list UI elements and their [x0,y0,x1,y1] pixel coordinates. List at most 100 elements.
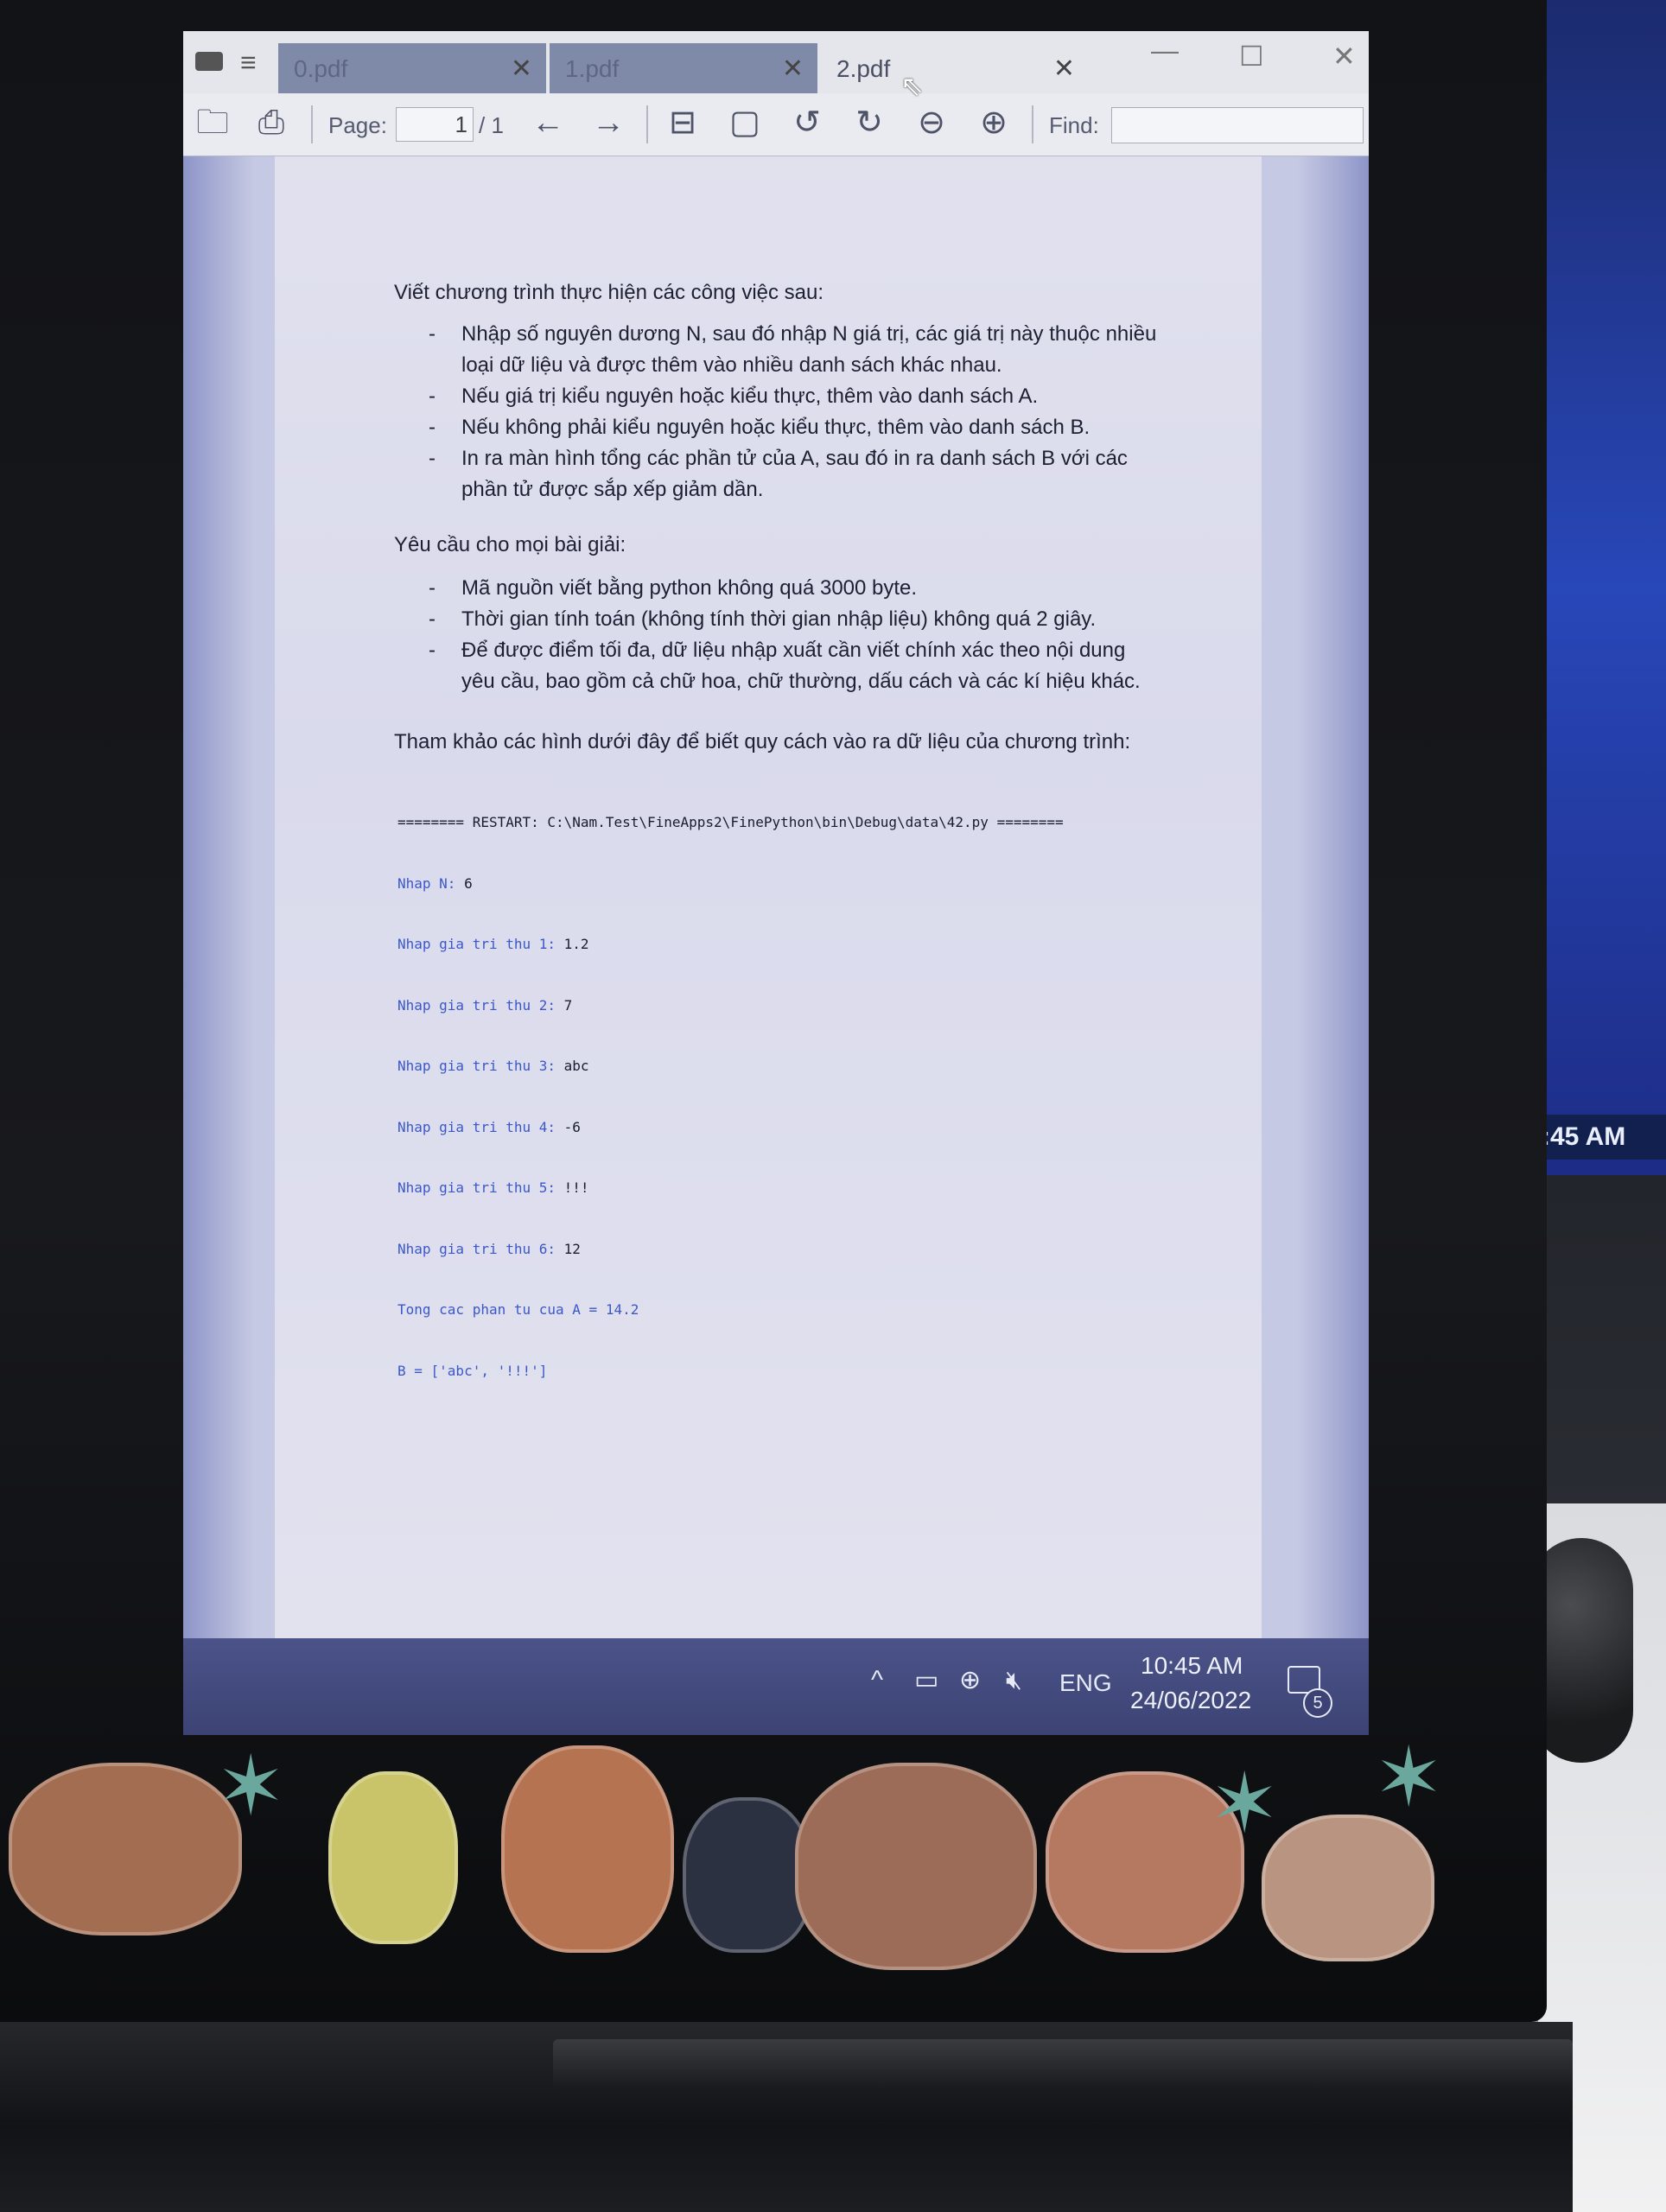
document-viewer[interactable]: Viết chương trình thực hiện các công việ… [183,156,1369,1638]
console-value: -6 [563,1118,581,1135]
document-intro: Viết chương trình thực hiện các công việ… [394,281,824,304]
console-line: Nhap gia tri thu 6: 12 [397,1239,1064,1260]
speaker-muted-icon[interactable]: 🔇︎ [1006,1668,1022,1694]
console-prompt: Nhap gia tri thu 6: [397,1240,564,1257]
task-list: Nhập số nguyên dương N, sau đó nhập N gi… [429,319,1206,505]
screen: ≡ 0.pdf ✕ 1.pdf ✕ 2.pdf ✕ — ☐ ✕ 🗀 ⎙ Page… [183,31,1369,1735]
tab-1-pdf[interactable]: 1.pdf ✕ [550,43,817,93]
pdf-viewer-window: ≡ 0.pdf ✕ 1.pdf ✕ 2.pdf ✕ — ☐ ✕ 🗀 ⎙ Page… [183,31,1369,1638]
console-prompt: Nhap gia tri thu 5: [397,1179,564,1196]
list-item: Thời gian tính toán (không tính thời gia… [429,604,1206,635]
list-item-continuation: loại dữ liệu và được thêm vào nhiều danh… [461,353,1002,377]
monitor-stand-hinge [553,2039,1573,2091]
window-close-button[interactable]: ✕ [1332,40,1356,73]
taskbar-time[interactable]: 10:45 AM [1141,1652,1243,1680]
second-monitor-clock: :45 AM [1536,1115,1666,1160]
globe-network-icon[interactable]: ⊕ [959,1668,981,1694]
title-bar: ≡ 0.pdf ✕ 1.pdf ✕ 2.pdf ✕ — ☐ ✕ [183,31,1369,93]
list-item-continuation: yêu cầu, bao gồm cả chữ hoa, chữ thường,… [461,670,1141,693]
toolbar: 🗀 ⎙ Page: 1 / 1 ← → ⊟ ▢ ↺ ↻ ⊖ ⊕ Find: [183,93,1369,156]
toolbar-divider [311,105,313,143]
console-value: !!! [563,1179,589,1196]
print-icon[interactable]: ⎙ [252,104,290,142]
toolbar-divider [1032,105,1033,143]
maximize-button[interactable]: ☐ [1239,40,1264,73]
arrow-left-icon[interactable]: ← [529,104,567,142]
console-list-line: B = ['abc', '!!!'] [397,1362,548,1379]
console-line: Nhap gia tri thu 5: !!! [397,1178,1064,1198]
close-icon[interactable]: ✕ [511,54,532,84]
requirements-list: Mã nguồn viết bằng python không quá 3000… [429,573,1206,697]
list-item: Để được điểm tối đa, dữ liệu nhập xuất c… [429,635,1206,666]
console-value: 12 [563,1240,581,1257]
find-label: Find: [1049,112,1099,138]
cat-mermaid-sticker [795,1763,1037,1970]
anchor-sticker [683,1797,812,1953]
console-line: B = ['abc', '!!!'] [397,1361,1064,1382]
taskbar-date[interactable]: 24/06/2022 [1130,1687,1251,1714]
second-monitor: :45 AM [1536,0,1666,1175]
rotate-left-icon[interactable]: ↺ [788,104,826,142]
console-value: 6 [464,874,473,892]
starfish-sticker: ✶ [216,1740,286,1833]
hamburger-menu-icon[interactable]: ≡ [240,48,257,76]
console-restart-line: ======== RESTART: C:\Nam.Test\FineApps2\… [397,814,1064,830]
list-item: Nếu giá trị kiểu nguyên hoặc kiểu thực, … [429,381,1206,412]
console-output-example: ======== RESTART: C:\Nam.Test\FineApps2\… [397,772,1064,1421]
console-prompt: Nhap gia tri thu 3: [397,1058,564,1074]
zoom-out-icon[interactable]: ⊖ [912,104,951,142]
cat-shell-sticker [1262,1815,1434,1961]
tab-label: 0.pdf [294,55,348,82]
console-prompt: Nhap N: [397,874,465,892]
chevron-up-icon[interactable]: ^ [871,1668,883,1694]
fit-page-icon[interactable]: ▢ [726,104,764,142]
tab-label: 1.pdf [565,55,620,82]
starfish-sticker-2: ✶ [1210,1758,1280,1850]
console-line: ======== RESTART: C:\Nam.Test\FineApps2\… [397,812,1064,833]
app-icon [195,52,223,71]
rotate-right-icon[interactable]: ↻ [850,104,888,142]
console-sum-line: Tong cac phan tu cua A = 14.2 [397,1301,639,1318]
list-item: Nhập số nguyên dương N, sau đó nhập N gi… [429,319,1206,350]
minimize-button[interactable]: — [1151,35,1179,67]
taskbar: ^ ▭ ⊕ 🔇︎ ENG 10:45 AM 24/06/2022 5 [183,1638,1369,1735]
mouse-cursor-icon: ⇖ [900,70,924,101]
console-value: 1.2 [563,936,589,952]
fit-width-icon[interactable]: ⊟ [664,104,702,142]
tab-2-pdf[interactable]: 2.pdf ✕ [821,43,1089,93]
pdf-page: Viết chương trình thực hiện các công việ… [275,156,1262,1638]
notification-count-badge: 5 [1303,1688,1332,1718]
arrow-right-icon[interactable]: → [589,104,627,142]
list-item-continuation: phần tử được sắp xếp giảm dần. [461,478,764,501]
chick-sticker [328,1771,458,1944]
console-line: Nhap gia tri thu 3: abc [397,1056,1064,1077]
console-value: abc [563,1058,589,1074]
console-prompt: Nhap gia tri thu 4: [397,1118,564,1135]
console-line: Nhap gia tri thu 2: 7 [397,995,1064,1016]
console-prompt: Nhap gia tri thu 2: [397,996,564,1014]
toolbar-divider [646,105,648,143]
tab-0-pdf[interactable]: 0.pdf ✕ [278,43,546,93]
console-value: 7 [563,996,573,1014]
cat-float-sticker [501,1745,674,1953]
open-folder-icon[interactable]: 🗀 [194,104,232,142]
battery-icon[interactable]: ▭ [914,1668,938,1694]
console-line: Nhap N: 6 [397,874,1064,894]
starfish-sticker-3: ✶ [1374,1732,1444,1824]
requirements-heading: Yêu cầu cho mọi bài giải: [394,533,626,556]
tab-label: 2.pdf [836,55,891,82]
list-item: Nếu không phải kiểu nguyên hoặc kiểu thự… [429,412,1206,443]
console-line: Nhap gia tri thu 4: -6 [397,1117,1064,1138]
list-item: Mã nguồn viết bằng python không quá 3000… [429,573,1206,604]
find-input[interactable] [1111,107,1364,143]
cat-boat-sticker [9,1763,242,1936]
close-icon[interactable]: ✕ [782,54,804,84]
language-indicator[interactable]: ENG [1059,1671,1112,1695]
console-line: Tong cac phan tu cua A = 14.2 [397,1300,1064,1320]
console-prompt: Nhap gia tri thu 1: [397,936,564,952]
page-number-input[interactable]: 1 [396,107,474,142]
list-item: In ra màn hình tổng các phần tử của A, s… [429,443,1206,474]
console-line: Nhap gia tri thu 1: 1.2 [397,934,1064,955]
close-icon[interactable]: ✕ [1053,54,1075,84]
zoom-in-icon[interactable]: ⊕ [975,104,1013,142]
